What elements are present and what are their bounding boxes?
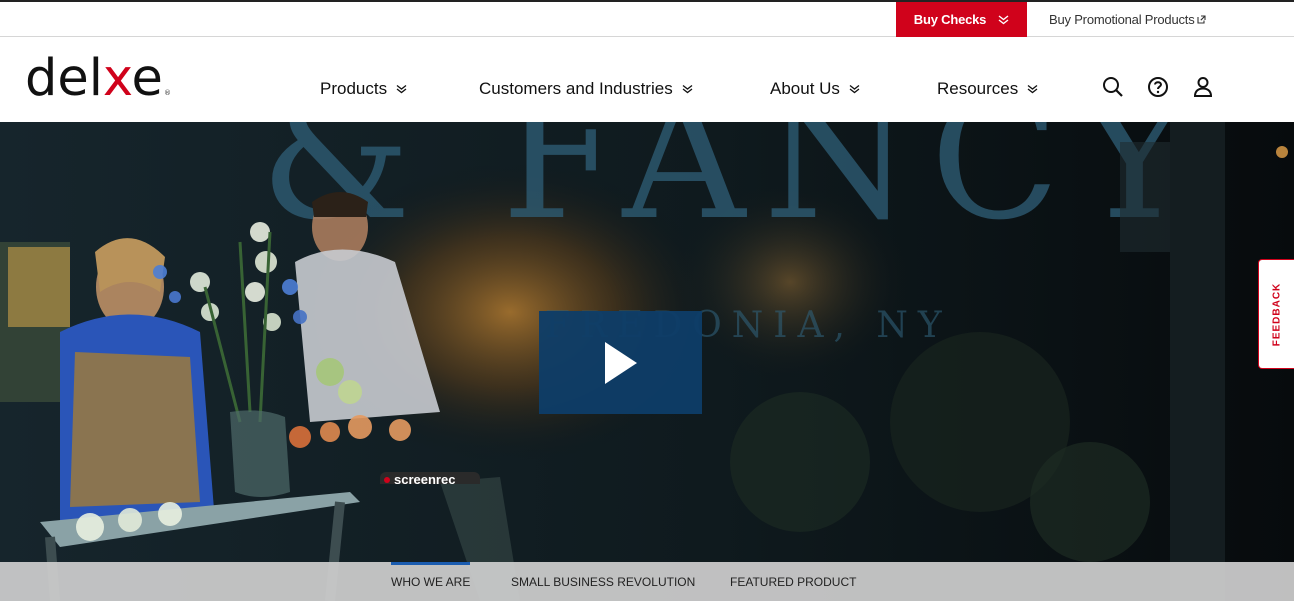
svg-text:& FANCY: & FANCY <box>260 122 1208 258</box>
help-icon[interactable] <box>1146 75 1170 99</box>
main-header: delxe® Products Customers and Industries… <box>0 37 1294 122</box>
utility-bar: Buy Checks Buy Promotional Products <box>0 0 1294 37</box>
buy-checks-label: Buy Checks <box>913 12 987 27</box>
play-icon <box>604 341 637 384</box>
tab-small-business-revolution[interactable]: SMALL BUSINESS REVOLUTION <box>511 562 695 601</box>
nav-resources-label: Resources <box>937 79 1019 98</box>
deluxe-logo[interactable]: delxe® <box>25 51 171 121</box>
hero-video: & FANCY FREDONIA, NY FEEDBACK WHO WE ARE… <box>0 122 1294 601</box>
play-video-button[interactable] <box>539 311 702 414</box>
tab-featured-product-label: FEATURED PRODUCT <box>730 574 857 589</box>
screen-recorder-badge: screenrec <box>380 472 480 484</box>
hero-tab-strip: WHO WE ARE SMALL BUSINESS REVOLUTION FEA… <box>0 562 1294 601</box>
chevron-down-icon <box>396 84 407 94</box>
tab-small-business-revolution-label: SMALL BUSINESS REVOLUTION <box>511 574 696 589</box>
logo-registered-mark: ® <box>163 89 171 97</box>
user-icon[interactable] <box>1191 75 1215 99</box>
feedback-label: FEEDBACK <box>1271 282 1282 346</box>
chevron-down-icon <box>849 84 860 94</box>
logo-text-start: del <box>25 49 103 108</box>
chevron-down-icon <box>682 84 693 94</box>
search-icon[interactable] <box>1101 75 1125 99</box>
tab-featured-product[interactable]: FEATURED PRODUCT <box>730 562 856 601</box>
nav-customers-and-industries[interactable]: Customers and Industries <box>479 79 693 99</box>
tab-who-we-are-label: WHO WE ARE <box>391 574 471 589</box>
buy-checks-button[interactable]: Buy Checks <box>896 2 1027 37</box>
tab-who-we-are[interactable]: WHO WE ARE <box>391 562 471 601</box>
chevron-down-icon <box>1027 84 1038 94</box>
nav-resources[interactable]: Resources <box>937 79 1038 99</box>
nav-products[interactable]: Products <box>320 79 407 99</box>
nav-about-us[interactable]: About Us <box>770 79 860 99</box>
external-link-icon <box>1196 15 1206 24</box>
logo-text-end: e <box>131 49 163 108</box>
promo-link-label: Buy Promotional Products <box>1049 12 1195 27</box>
nav-about-label: About Us <box>770 79 840 98</box>
logo-text-x: x <box>102 49 132 108</box>
chevron-down-icon <box>998 14 1009 24</box>
feedback-tab[interactable]: FEEDBACK <box>1258 259 1294 369</box>
screen-recorder-label: screenrec <box>394 472 456 484</box>
buy-promotional-products-link[interactable]: Buy Promotional Products <box>1049 2 1206 37</box>
nav-customers-label: Customers and Industries <box>479 79 673 98</box>
nav-products-label: Products <box>320 79 388 98</box>
